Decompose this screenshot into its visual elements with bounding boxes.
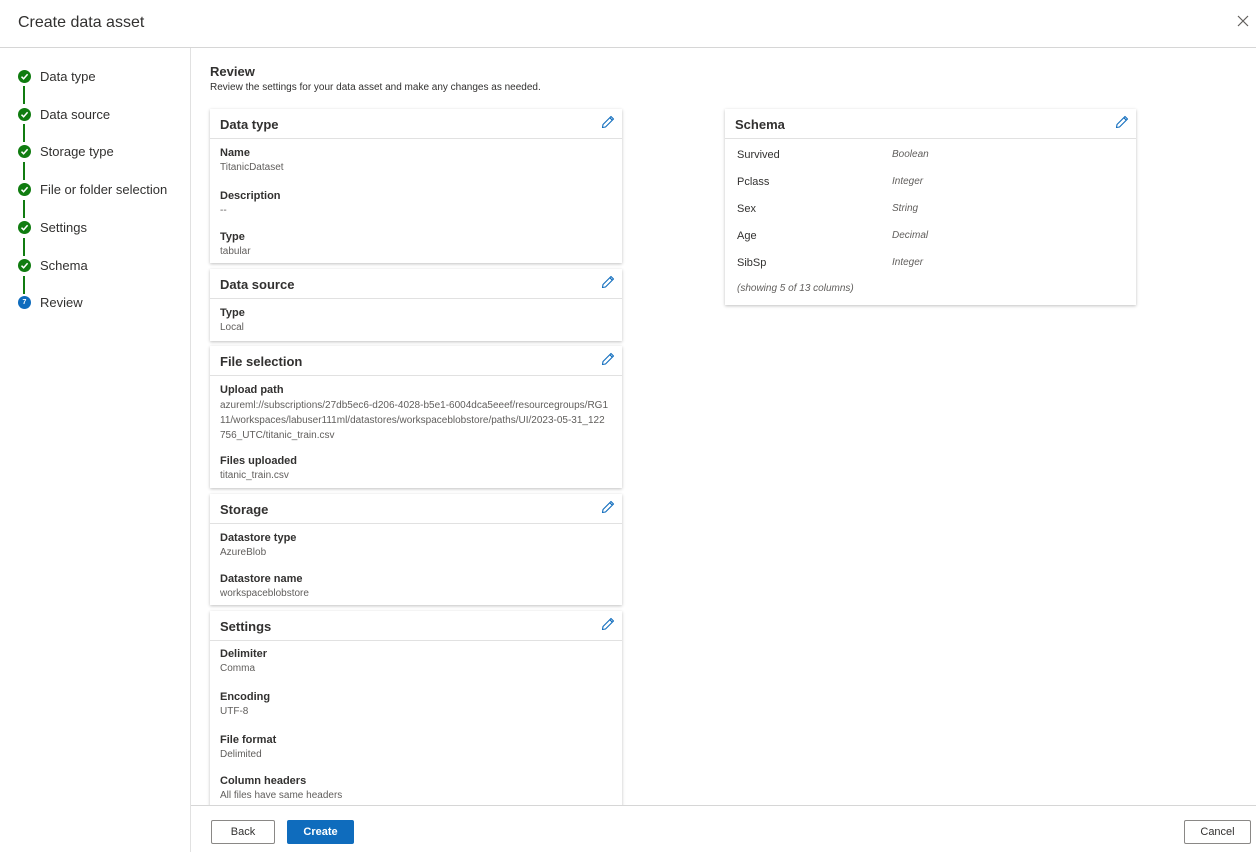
field-value: Delimited — [220, 749, 262, 760]
field-value: Comma — [220, 663, 256, 674]
field-label: Type — [220, 231, 245, 243]
edit-pencil-icon[interactable] — [600, 616, 616, 632]
card-title: Schema — [735, 117, 785, 132]
settings-card: Settings Delimiter Comma Encoding UTF-8 … — [210, 611, 622, 805]
field-value: -- — [220, 205, 227, 216]
step-connector — [23, 86, 25, 104]
schema-row: Sex String — [737, 203, 1127, 217]
field-label: Type — [220, 307, 245, 319]
edit-pencil-icon[interactable] — [600, 351, 616, 367]
schema-row: Pclass Integer — [737, 176, 1127, 190]
card-title: Settings — [220, 619, 272, 634]
step-label: Settings — [40, 220, 87, 235]
create-button[interactable]: Create — [287, 820, 354, 844]
step-settings[interactable]: Settings — [18, 218, 188, 238]
check-icon — [18, 70, 31, 83]
field-label: Datastore name — [220, 573, 303, 585]
step-schema[interactable]: Schema — [18, 256, 188, 276]
check-icon — [18, 145, 31, 158]
data-type-card: Data type Name TitanicDataset Descriptio… — [210, 109, 622, 263]
check-icon — [18, 221, 31, 234]
file-selection-card: File selection Upload path azureml://sub… — [210, 346, 622, 488]
edit-pencil-icon[interactable] — [600, 114, 616, 130]
schema-column-type: Decimal — [892, 230, 929, 241]
step-storage-type[interactable]: Storage type — [18, 142, 188, 162]
field-label: Datastore type — [220, 532, 297, 544]
field-label: File format — [220, 734, 277, 746]
field-label: Delimiter — [220, 648, 268, 660]
schema-column-name: Survived — [737, 149, 780, 161]
check-icon — [18, 259, 31, 272]
step-label: Review — [40, 295, 83, 310]
field-label: Column headers — [220, 775, 307, 787]
page-title: Review — [210, 64, 255, 79]
step-review[interactable]: 7 Review — [18, 293, 188, 313]
schema-row: SibSp Integer — [737, 257, 1127, 271]
field-label: Description — [220, 190, 281, 202]
check-icon — [18, 108, 31, 121]
card-title: File selection — [220, 354, 303, 369]
dialog-header: Create data asset — [0, 0, 1256, 48]
back-button[interactable]: Back — [211, 820, 275, 844]
step-data-type[interactable]: Data type — [18, 67, 188, 87]
schema-note: (showing 5 of 13 columns) — [737, 283, 854, 294]
field-value: TitanicDataset — [220, 162, 284, 173]
step-label: Storage type — [40, 144, 114, 159]
field-value: All files have same headers — [220, 790, 343, 801]
step-connector — [23, 162, 25, 180]
card-title: Storage — [220, 502, 269, 517]
storage-card: Storage Datastore type AzureBlob Datasto… — [210, 494, 622, 605]
field-label: Encoding — [220, 691, 271, 703]
step-connector — [23, 238, 25, 256]
field-value: UTF-8 — [220, 706, 249, 717]
schema-column-name: Pclass — [737, 176, 770, 188]
schema-column-type: Integer — [892, 257, 924, 268]
schema-column-type: String — [892, 203, 919, 214]
schema-column-name: Sex — [737, 203, 756, 215]
step-connector — [23, 124, 25, 142]
field-value: titanic_train.csv — [220, 470, 289, 481]
schema-row: Age Decimal — [737, 230, 1127, 244]
schema-card: Schema Survived Boolean Pclass Integer S… — [725, 109, 1136, 305]
field-label: Files uploaded — [220, 455, 298, 467]
dialog-title: Create data asset — [18, 14, 145, 31]
schema-row: Survived Boolean — [737, 149, 1127, 163]
check-icon — [18, 183, 31, 196]
step-connector — [23, 276, 25, 294]
card-title: Data type — [220, 117, 279, 132]
step-file-selection[interactable]: File or folder selection — [18, 180, 188, 200]
close-icon[interactable] — [1236, 14, 1256, 34]
step-data-source[interactable]: Data source — [18, 105, 188, 125]
step-label: Data source — [40, 107, 111, 122]
step-number-badge: 7 — [18, 296, 31, 309]
wizard-steps: Data type Data source Storage type File … — [0, 48, 191, 852]
field-value: AzureBlob — [220, 547, 267, 558]
step-label: Data type — [40, 69, 96, 84]
field-value: workspaceblobstore — [220, 588, 309, 599]
cancel-button[interactable]: Cancel — [1184, 820, 1251, 844]
schema-column-type: Integer — [892, 176, 924, 187]
field-label: Upload path — [220, 384, 284, 396]
step-label: File or folder selection — [40, 182, 168, 197]
schema-column-name: SibSp — [737, 257, 767, 269]
dialog-footer: Back Create Cancel — [191, 805, 1256, 852]
field-value: Local — [220, 322, 244, 333]
page-subtitle: Review the settings for your data asset … — [210, 82, 541, 93]
edit-pencil-icon[interactable] — [1114, 114, 1130, 130]
step-connector — [23, 200, 25, 218]
data-source-card: Data source Type Local — [210, 269, 622, 341]
field-value: tabular — [220, 246, 251, 257]
upload-path-value: azureml://subscriptions/27db5ec6-d206-40… — [220, 400, 609, 441]
card-title: Data source — [220, 277, 295, 292]
edit-pencil-icon[interactable] — [600, 274, 616, 290]
schema-column-name: Age — [737, 230, 757, 242]
schema-column-type: Boolean — [892, 149, 929, 160]
review-panel: Review Review the settings for your data… — [191, 48, 1256, 805]
edit-pencil-icon[interactable] — [600, 499, 616, 515]
step-label: Schema — [40, 258, 88, 273]
field-label: Name — [220, 147, 250, 159]
